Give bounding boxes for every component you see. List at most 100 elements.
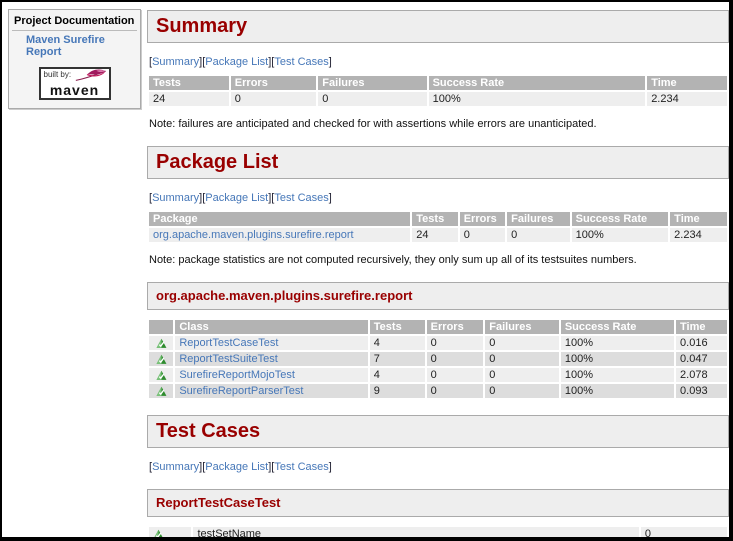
- class-link[interactable]: SurefireReportParserTest: [179, 385, 303, 397]
- success-rate-value: 100%: [561, 336, 674, 350]
- col-time: Time: [647, 76, 727, 90]
- summary-row: 24 0 0 100% 2.234: [149, 92, 727, 106]
- col-success-rate: Success Rate: [561, 320, 674, 334]
- nav-link-test-cases[interactable]: Test Cases: [274, 56, 328, 68]
- class-row: ReportTestCaseTest400100%0.016: [149, 336, 727, 350]
- test-cases-heading: Test Cases: [147, 415, 729, 448]
- errors-value: 0: [427, 368, 484, 382]
- package-list-heading: Package List: [147, 146, 729, 179]
- status-cell: [149, 336, 173, 350]
- maven-logo[interactable]: built by: maven: [39, 67, 111, 100]
- col-class: Class: [175, 320, 367, 334]
- summary-table: Tests Errors Failures Success Rate Time …: [147, 74, 729, 108]
- errors-value: 0: [427, 352, 484, 366]
- time-value: 0.047: [676, 352, 727, 366]
- class-link[interactable]: ReportTestSuiteTest: [179, 353, 277, 365]
- class-link[interactable]: SurefireReportMojoTest: [179, 369, 295, 381]
- tests-value: 7: [370, 352, 425, 366]
- package-list-note: Note: package statistics are not compute…: [149, 254, 729, 267]
- nav-link-summary[interactable]: Summary: [152, 461, 199, 473]
- success-icon: [156, 338, 167, 349]
- status-cell: [149, 352, 173, 366]
- nav-link-test-cases[interactable]: Test Cases: [274, 461, 328, 473]
- class-name-cell: SurefireReportMojoTest: [175, 368, 367, 382]
- time-value: 2.234: [670, 228, 727, 242]
- class-row: SurefireReportParserTest900100%0.093: [149, 384, 727, 398]
- col-tests: Tests: [149, 76, 229, 90]
- tests-value: 9: [370, 384, 425, 398]
- class-table-header: Class Tests Errors Failures Success Rate…: [149, 320, 727, 334]
- class-name-cell: SurefireReportParserTest: [175, 384, 367, 398]
- class-name-cell: ReportTestCaseTest: [175, 336, 367, 350]
- col-time: Time: [670, 212, 727, 226]
- time-value: 2.078: [676, 368, 727, 382]
- package-list-table: Package Tests Errors Failures Success Ra…: [147, 210, 729, 244]
- status-cell: [149, 384, 173, 398]
- failures-value: 0: [507, 228, 569, 242]
- failures-value: 0: [485, 384, 559, 398]
- maven-feather-icon: [74, 69, 108, 82]
- col-tests: Tests: [412, 212, 457, 226]
- summary-note: Note: failures are anticipated and check…: [149, 118, 729, 131]
- col-errors: Errors: [231, 76, 317, 90]
- class-row: SurefireReportMojoTest400100%2.078: [149, 368, 727, 382]
- success-icon: [156, 386, 167, 397]
- section-nav: [Summary][Package List][Test Cases]: [149, 192, 729, 205]
- test-cases-table: testSetName0testSetTestCases0: [147, 525, 729, 541]
- col-success-rate: Success Rate: [429, 76, 646, 90]
- nav-link-package-list[interactable]: Package List: [205, 56, 268, 68]
- maven-brand-label: maven: [41, 83, 109, 98]
- class-summary-table: Class Tests Errors Failures Success Rate…: [147, 318, 729, 400]
- col-time: Time: [676, 320, 727, 334]
- nav-link-package-list[interactable]: Package List: [205, 461, 268, 473]
- col-failures: Failures: [485, 320, 559, 334]
- success-rate-value: 100%: [572, 228, 669, 242]
- summary-heading: Summary: [147, 10, 729, 43]
- col-errors: Errors: [460, 212, 505, 226]
- success-icon: [156, 354, 167, 365]
- col-failures: Failures: [507, 212, 569, 226]
- section-nav: [Summary][Package List][Test Cases]: [149, 56, 729, 69]
- col-package: Package: [149, 212, 410, 226]
- sidebar-column: Project Documentation Maven Surefire Rep…: [2, 2, 145, 537]
- success-rate-value: 100%: [429, 92, 646, 106]
- errors-value: 0: [231, 92, 317, 106]
- col-errors: Errors: [427, 320, 484, 334]
- sidebar: Project Documentation Maven Surefire Rep…: [8, 9, 141, 109]
- maven-surefire-report-link[interactable]: Maven Surefire Report: [26, 34, 105, 58]
- bracket: ]: [329, 461, 332, 473]
- col-status: [149, 320, 173, 334]
- package-detail-heading: org.apache.maven.plugins.surefire.report: [147, 282, 729, 310]
- failures-value: 0: [485, 352, 559, 366]
- surefire-report-page: Project Documentation Maven Surefire Rep…: [0, 0, 733, 541]
- class-link[interactable]: ReportTestCaseTest: [179, 337, 278, 349]
- success-rate-value: 100%: [561, 352, 674, 366]
- col-failures: Failures: [318, 76, 426, 90]
- test-case-row: testSetName0: [149, 527, 727, 541]
- package-link[interactable]: org.apache.maven.plugins.surefire.report: [153, 229, 354, 241]
- nav-link-summary[interactable]: Summary: [152, 192, 199, 204]
- tests-value: 4: [370, 336, 425, 350]
- status-cell: [149, 527, 191, 541]
- nav-link-package-list[interactable]: Package List: [205, 192, 268, 204]
- success-icon: [153, 529, 164, 540]
- success-icon: [156, 370, 167, 381]
- sidebar-title: Project Documentation: [12, 13, 137, 31]
- success-rate-value: 100%: [561, 384, 674, 398]
- failures-value: 0: [318, 92, 426, 106]
- col-tests: Tests: [370, 320, 425, 334]
- success-rate-value: 100%: [561, 368, 674, 382]
- status-cell: [149, 368, 173, 382]
- bracket: ]: [329, 56, 332, 68]
- tests-value: 4: [370, 368, 425, 382]
- test-case-time: 0: [641, 527, 727, 541]
- errors-value: 0: [427, 336, 484, 350]
- bracket: ]: [329, 192, 332, 204]
- time-value: 0.016: [676, 336, 727, 350]
- section-nav: [Summary][Package List][Test Cases]: [149, 461, 729, 474]
- nav-link-summary[interactable]: Summary: [152, 56, 199, 68]
- package-row: org.apache.maven.plugins.surefire.report…: [149, 228, 727, 242]
- time-value: 0.093: [676, 384, 727, 398]
- sidebar-item-maven-surefire-report: Maven Surefire Report: [12, 31, 137, 58]
- nav-link-test-cases[interactable]: Test Cases: [274, 192, 328, 204]
